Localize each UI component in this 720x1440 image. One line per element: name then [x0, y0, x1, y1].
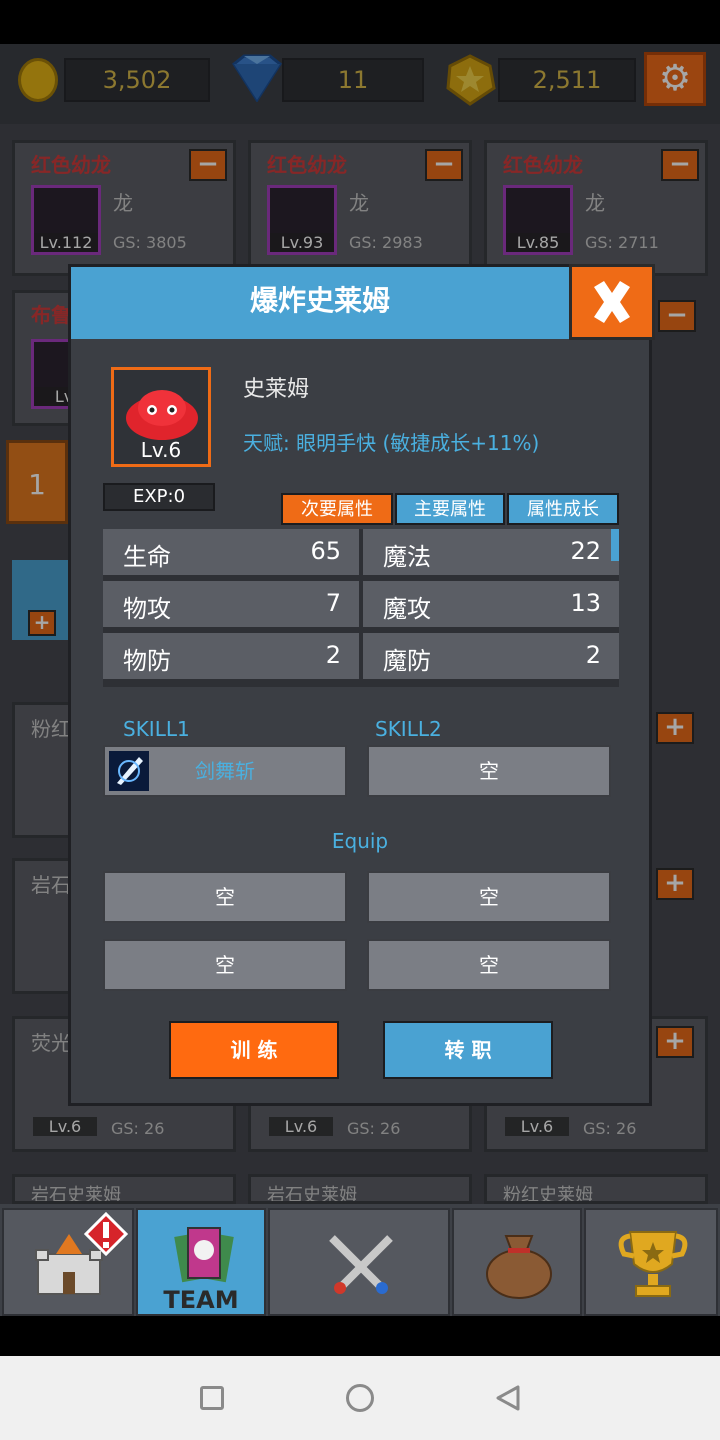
equip-slot[interactable]: 空 — [367, 939, 611, 991]
dialog-title: 爆炸史莱姆 — [71, 267, 569, 339]
stat-hp: 生命 65 — [103, 529, 359, 577]
crossed-swords-icon — [329, 1235, 393, 1294]
stat-label: 魔攻 — [383, 595, 431, 623]
close-button[interactable] — [569, 264, 655, 340]
equip-slot[interactable]: 空 — [367, 871, 611, 923]
stat-label: 物防 — [123, 647, 171, 675]
stat-label: 生命 — [123, 543, 171, 571]
team-icon — [174, 1227, 234, 1283]
stats-grid: 生命 65 魔法 22 物攻 7 魔攻 13 物防 2 魔防 2 — [103, 529, 619, 687]
talent-text: 天赋: 眼明手快 (敏捷成长+11%) — [243, 431, 540, 455]
exp-readout: EXP:0 — [103, 483, 215, 511]
stat-value: 2 — [585, 641, 601, 669]
skill1-slot[interactable]: 剑舞斩 — [103, 745, 347, 797]
monster-name: 史莱姆 — [243, 377, 310, 402]
trophy-icon — [618, 1231, 688, 1297]
game-screen: 3,502 11 2,511 ⚙ 红色幼龙 − Lv.112 龙 GS: 380… — [0, 44, 720, 1316]
stat-label: 物攻 — [123, 595, 171, 623]
skill1-name: 剑舞斩 — [195, 759, 255, 783]
equip-slot[interactable]: 空 — [103, 871, 347, 923]
money-bag-icon — [486, 1235, 552, 1299]
job-change-button[interactable]: 转 职 — [383, 1021, 553, 1079]
stat-value: 65 — [310, 537, 341, 565]
skill1-label: SKILL1 — [123, 717, 190, 741]
stat-patk: 物攻 7 — [103, 581, 359, 629]
equip-label: Equip — [331, 829, 389, 853]
bottom-nav: TEAM — [0, 1204, 720, 1316]
back-button[interactable] — [494, 1384, 522, 1412]
nav-team[interactable]: TEAM — [136, 1208, 266, 1316]
android-nav-bar — [0, 1356, 720, 1440]
stat-value: 13 — [570, 589, 601, 617]
close-x-icon — [594, 281, 630, 323]
nav-bag[interactable] — [452, 1208, 582, 1316]
stat-value: 2 — [325, 641, 341, 669]
status-bar — [0, 0, 720, 44]
nav-castle[interactable] — [2, 1208, 134, 1316]
red-slime-icon — [126, 390, 198, 440]
equip-slot[interactable]: 空 — [103, 939, 347, 991]
monster-detail-dialog: 爆炸史莱姆 Lv.6 史莱姆 天赋: 眼明手快 (敏捷成长+11%) EXP:0… — [68, 264, 655, 1106]
stat-label: 魔法 — [383, 543, 431, 571]
home-button[interactable] — [346, 1384, 374, 1412]
stat-mdef: 魔防 2 — [363, 633, 619, 681]
recent-apps-button[interactable] — [200, 1386, 224, 1410]
monster-portrait: Lv.6 — [111, 367, 211, 467]
nav-trophy[interactable] — [584, 1208, 718, 1316]
skill2-slot[interactable]: 空 — [367, 745, 611, 797]
tab-attr-growth[interactable]: 属性成长 — [507, 493, 619, 525]
nav-battle[interactable] — [268, 1208, 450, 1316]
stat-value: 22 — [570, 537, 601, 565]
tab-secondary-attrs[interactable]: 次要属性 — [281, 493, 393, 525]
stat-matk: 魔攻 13 — [363, 581, 619, 629]
tab-primary-attrs[interactable]: 主要属性 — [395, 493, 505, 525]
stat-mp: 魔法 22 — [363, 529, 619, 577]
train-button[interactable]: 训 练 — [169, 1021, 339, 1079]
alert-icon — [84, 1212, 128, 1256]
team-label: TEAM — [163, 1286, 239, 1314]
monster-level: Lv.6 — [140, 438, 182, 462]
sword-dance-skill-icon — [109, 751, 149, 791]
stats-scrollbar[interactable] — [611, 529, 619, 561]
stat-label: 魔防 — [383, 647, 431, 675]
stat-value: 7 — [325, 589, 341, 617]
stat-pdef: 物防 2 — [103, 633, 359, 681]
skill2-label: SKILL2 — [375, 717, 442, 741]
